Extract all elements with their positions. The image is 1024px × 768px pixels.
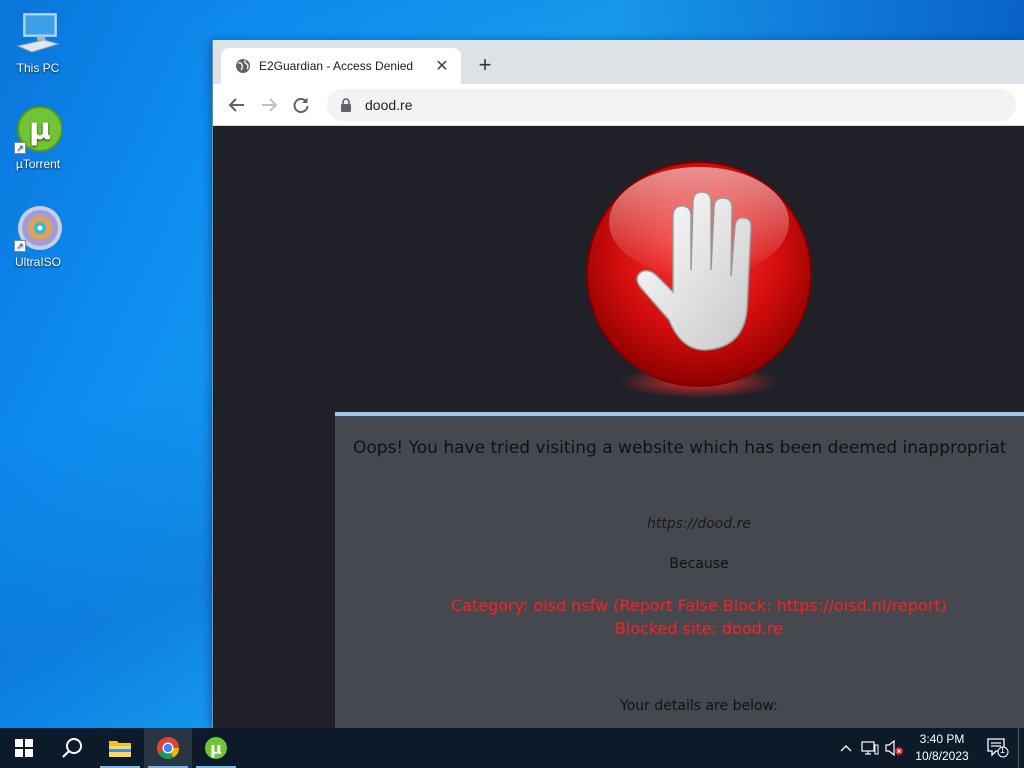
desktop-icon-label: UltraISO <box>14 255 61 269</box>
taskbar-chrome[interactable] <box>144 728 192 768</box>
forward-button[interactable] <box>253 89 285 121</box>
network-button[interactable] <box>858 728 882 768</box>
desktop-icon-ultraiso[interactable]: ↗ UltraISO <box>0 204 76 269</box>
tab-e2guardian[interactable]: E2Guardian - Access Denied ✕ <box>221 48 461 84</box>
address-bar[interactable]: dood.re <box>327 88 1016 121</box>
network-icon <box>861 741 879 755</box>
browser-toolbar: dood.re <box>213 84 1024 126</box>
details-label: Your details are below: <box>620 698 778 714</box>
utorrent-icon: µ ↗ <box>14 106 63 154</box>
new-tab-button[interactable]: + <box>471 52 499 80</box>
search-button[interactable] <box>48 728 96 768</box>
disc-icon: ↗ <box>14 204 62 252</box>
notification-icon <box>987 738 1009 758</box>
chevron-up-icon <box>840 745 852 752</box>
volume-button[interactable] <box>882 728 906 768</box>
clock-date: 10/8/2023 <box>915 749 969 763</box>
svg-text:µ: µ <box>29 112 51 147</box>
blocked-url: https://dood.re <box>647 516 751 532</box>
tab-strip: E2Guardian - Access Denied ✕ + <box>213 40 1024 84</box>
volume-muted-icon <box>885 740 903 756</box>
blocked-site: Blocked site: dood.re <box>614 619 784 638</box>
show-hidden-icons-button[interactable] <box>834 728 858 768</box>
stop-hand-icon <box>581 160 817 400</box>
block-message-panel: Oops! You have tried visiting a website … <box>335 412 1024 728</box>
search-icon <box>62 738 82 758</box>
block-reason: Category: oisd nsfw (Report False Block:… <box>335 594 1024 640</box>
svg-text:µ: µ <box>210 739 222 758</box>
taskbar-utorrent[interactable]: µ <box>192 728 240 768</box>
desktop-icon-utorrent[interactable]: µ ↗ µTorrent <box>0 106 76 171</box>
file-explorer-icon <box>109 741 131 757</box>
chrome-icon <box>157 737 179 759</box>
taskbar-file-explorer[interactable] <box>96 728 144 768</box>
address-bar-url: dood.re <box>365 96 413 113</box>
desktop-icon-label: µTorrent <box>15 157 61 171</box>
taskbar: µ 3:40 PM 10/8/2023 1 <box>0 728 1024 768</box>
action-center-button[interactable]: 1 <box>978 728 1018 768</box>
utorrent-icon: µ <box>205 737 227 759</box>
back-button[interactable] <box>221 89 253 121</box>
start-icon <box>15 739 33 757</box>
reload-icon <box>293 97 309 113</box>
start-button[interactable] <box>0 728 48 768</box>
system-tray: 3:40 PM 10/8/2023 1 <box>834 728 1024 768</box>
lock-icon <box>341 97 351 112</box>
back-arrow-icon <box>228 97 244 112</box>
show-desktop-button[interactable] <box>1018 728 1024 768</box>
reload-button[interactable] <box>285 89 317 121</box>
block-page: Oops! You have tried visiting a website … <box>213 126 1024 728</box>
tab-title: E2Guardian - Access Denied <box>259 59 414 73</box>
browser-window: E2Guardian - Access Denied ✕ + dood.re O… <box>212 40 1024 728</box>
close-tab-icon[interactable]: ✕ <box>433 56 451 76</box>
forward-arrow-icon <box>262 97 278 112</box>
block-heading: Oops! You have tried visiting a website … <box>353 438 1007 458</box>
clock-time: 3:40 PM <box>919 732 965 746</box>
block-category: Category: oisd nsfw (Report False Block:… <box>451 596 947 615</box>
computer-icon <box>14 10 62 58</box>
desktop-icon-this-pc[interactable]: This PC <box>0 10 76 75</box>
shortcut-arrow-icon: ↗ <box>14 240 26 252</box>
because-label: Because <box>669 556 729 572</box>
desktop-icon-label: This PC <box>16 61 60 75</box>
shortcut-arrow-icon: ↗ <box>14 142 26 154</box>
globe-icon <box>236 59 250 73</box>
clock[interactable]: 3:40 PM 10/8/2023 <box>906 731 978 765</box>
notification-count: 1 <box>1000 745 1006 755</box>
